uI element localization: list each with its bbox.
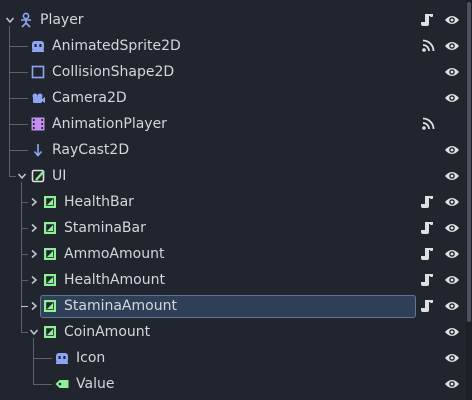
tree-item-animated-sprite2-d[interactable]: AnimatedSprite2D	[0, 34, 466, 58]
eye-icon[interactable]	[444, 38, 460, 54]
eye-icon[interactable]	[444, 90, 460, 106]
tree-item-label: UI	[52, 168, 67, 184]
script-icon[interactable]	[420, 12, 436, 28]
script-icon[interactable]	[420, 246, 436, 262]
signal-icon[interactable]	[420, 116, 436, 132]
tree-item-label: CoinAmount	[64, 324, 151, 340]
tree-item-ui[interactable]: UI	[0, 164, 466, 188]
tree-item-stamina-bar[interactable]: StaminaBar	[0, 216, 466, 240]
script-icon[interactable]	[420, 220, 436, 236]
eye-icon[interactable]	[444, 350, 460, 366]
label-icon	[54, 376, 70, 392]
signal-icon[interactable]	[420, 38, 436, 54]
tree-item-value[interactable]: Value	[0, 372, 466, 396]
nine-patch-icon	[42, 220, 58, 236]
nine-patch-icon	[42, 324, 58, 340]
tree-item-label: StaminaBar	[64, 220, 146, 236]
tree-item-camera2-d[interactable]: Camera2D	[0, 86, 466, 110]
tree-item-player[interactable]: Player	[0, 8, 466, 32]
chevron-down-icon[interactable]	[16, 164, 28, 188]
chevron-right-icon[interactable]	[28, 216, 40, 240]
animation-player-icon	[30, 116, 46, 132]
chevron-right-icon[interactable]	[28, 268, 40, 292]
tree-item-label: HealthAmount	[64, 272, 165, 288]
chevron-down-icon[interactable]	[28, 320, 40, 344]
nine-patch-icon	[42, 272, 58, 288]
script-icon[interactable]	[420, 272, 436, 288]
chevron-right-icon[interactable]	[28, 294, 40, 318]
eye-icon[interactable]	[444, 168, 460, 184]
eye-icon[interactable]	[444, 376, 460, 392]
tree-item-coin-amount[interactable]: CoinAmount	[0, 320, 466, 344]
tree-item-label: AnimationPlayer	[52, 116, 167, 132]
tree-item-label: AmmoAmount	[64, 246, 165, 262]
tree-item-collision-shape2-d[interactable]: CollisionShape2D	[0, 60, 466, 84]
raycast-icon	[30, 142, 46, 158]
eye-icon[interactable]	[444, 12, 460, 28]
tree-item-label: RayCast2D	[52, 142, 130, 158]
collision-shape-icon	[30, 64, 46, 80]
scrollbar[interactable]	[466, 0, 472, 400]
eye-icon[interactable]	[444, 142, 460, 158]
tree-item-health-amount[interactable]: HealthAmount	[0, 268, 466, 292]
nine-patch-icon	[42, 194, 58, 210]
tree-item-label: CollisionShape2D	[52, 64, 175, 80]
tree-item-stamina-amount[interactable]: StaminaAmount	[0, 294, 466, 318]
scroll-thumb[interactable]	[467, 2, 471, 322]
eye-icon[interactable]	[444, 194, 460, 210]
tree-item-animation-player[interactable]: AnimationPlayer	[0, 112, 466, 136]
character-icon	[18, 12, 34, 28]
chevron-right-icon[interactable]	[28, 190, 40, 214]
scene-tree[interactable]: Player AnimatedSprite2D CollisionShape2D Ca…	[0, 0, 466, 400]
eye-icon[interactable]	[444, 324, 460, 340]
animated-sprite-icon	[30, 38, 46, 54]
nine-patch-icon	[42, 298, 58, 314]
tree-item-label: Value	[76, 376, 115, 392]
eye-icon[interactable]	[444, 64, 460, 80]
tree-item-health-bar[interactable]: HealthBar	[0, 190, 466, 214]
tree-item-label: Player	[40, 12, 84, 28]
texture-rect-icon	[54, 350, 70, 366]
tree-item-ammo-amount[interactable]: AmmoAmount	[0, 242, 466, 266]
tree-item-label: AnimatedSprite2D	[52, 38, 181, 54]
tree-item-label: Camera2D	[52, 90, 127, 106]
tree-item-ray-cast2-d[interactable]: RayCast2D	[0, 138, 466, 162]
script-icon[interactable]	[420, 298, 436, 314]
chevron-right-icon[interactable]	[28, 242, 40, 266]
tree-item-icon[interactable]: Icon	[0, 346, 466, 370]
eye-icon[interactable]	[444, 220, 460, 236]
script-icon[interactable]	[420, 194, 436, 210]
tree-item-label: StaminaAmount	[64, 298, 177, 314]
eye-icon[interactable]	[444, 272, 460, 288]
tree-item-label: HealthBar	[64, 194, 134, 210]
nine-patch-icon	[42, 246, 58, 262]
chevron-down-icon[interactable]	[4, 8, 16, 32]
eye-icon[interactable]	[444, 298, 460, 314]
eye-icon[interactable]	[444, 246, 460, 262]
tree-item-label: Icon	[76, 350, 106, 366]
camera-icon	[30, 90, 46, 106]
control-icon	[30, 168, 46, 184]
